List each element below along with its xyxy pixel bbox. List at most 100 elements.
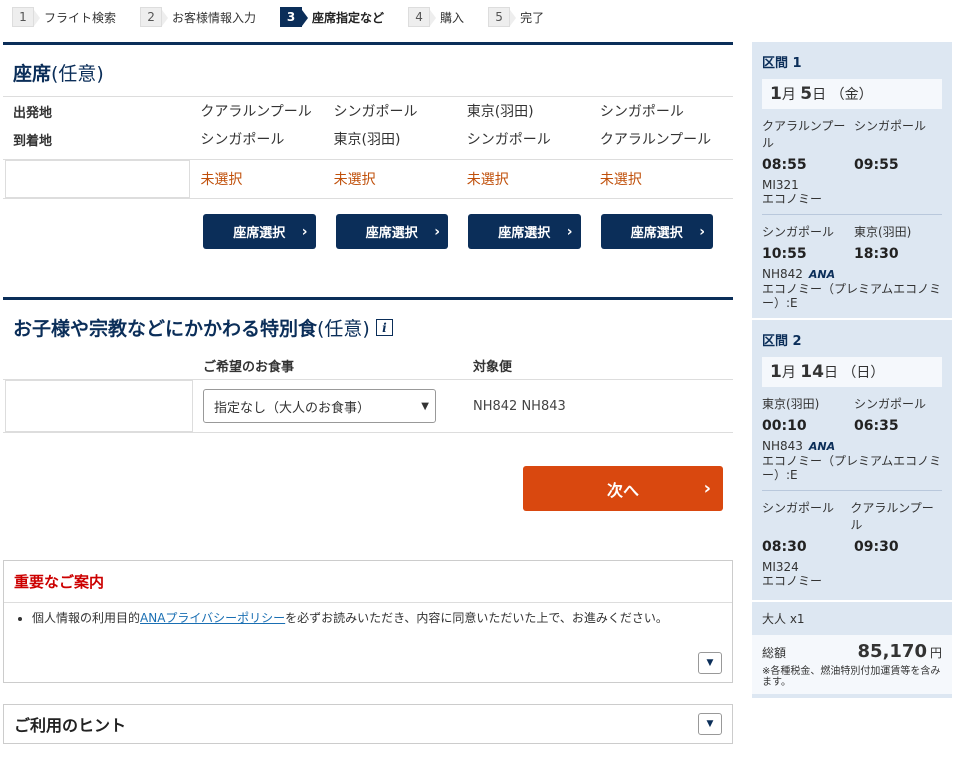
seat-title: 座席 bbox=[13, 63, 52, 85]
notice-item: 個人情報の利用目的ANAプライバシーポリシーを必ずお読みいただき、内容に同意いた… bbox=[32, 611, 722, 626]
flight-code: MI321 bbox=[762, 178, 799, 192]
tax-note: ※各種税金、燃油特別付加運賃等を含みます。 bbox=[762, 666, 941, 688]
ana-logo-icon: ANA bbox=[808, 440, 836, 453]
flight-to: シンガポール bbox=[854, 397, 927, 411]
cabin-class: エコノミー（プレミアムエコノミー）:E bbox=[762, 282, 942, 310]
seat-select-button[interactable]: 座席選択 › bbox=[335, 214, 448, 249]
cabin-class: エコノミー bbox=[762, 192, 823, 206]
meal-column-header: ご希望のお食事 bbox=[203, 360, 295, 375]
departure-time: 08:55 bbox=[762, 157, 807, 173]
button-label: 座席選択 bbox=[233, 226, 286, 241]
segment-date: 1月 5日 （金） bbox=[762, 79, 942, 109]
segment-title: 区間 1 bbox=[762, 56, 802, 71]
itinerary-sidebar: 区間 1 1月 5日 （金） クアラルンプール シンガポール 08:55 09:55… bbox=[752, 42, 952, 698]
notice-title: 重要なご案内 bbox=[4, 561, 732, 603]
optional-label: (任意) bbox=[51, 63, 104, 85]
chevron-right-icon: › bbox=[699, 223, 705, 240]
departure-label: 出発地 bbox=[13, 105, 53, 121]
meal-title: お子様や宗教などにかかわる特別食 bbox=[13, 318, 318, 340]
step-label: 座席指定など bbox=[312, 10, 385, 25]
notice-text: 個人情報の利用目的 bbox=[32, 611, 141, 625]
step-number: 3 bbox=[280, 7, 309, 27]
notice-text: を必ずお読みいただき、内容に同意いただいた上で、お進みください。 bbox=[285, 611, 668, 625]
date-weekday: （金） bbox=[830, 87, 873, 103]
meal-target-flights: NH842 NH843 bbox=[473, 398, 566, 414]
departure-time: 08:30 bbox=[762, 539, 807, 555]
ana-logo-icon: ANA bbox=[808, 268, 836, 281]
seat-status: 未選択 bbox=[333, 172, 376, 188]
flight-leg: シンガポール クアラルンプール 08:30 09:30 MI324 エコノミー bbox=[762, 491, 942, 588]
hint-panel[interactable]: ご利用のヒント ▼ bbox=[3, 704, 733, 744]
date-day: 14 bbox=[800, 362, 824, 382]
departure-time: 10:55 bbox=[762, 246, 807, 262]
step-label: フライト検索 bbox=[44, 10, 117, 25]
chevron-right-icon: › bbox=[434, 223, 440, 240]
arrival-city: 東京(羽田) bbox=[333, 132, 401, 148]
arrival-time: 09:30 bbox=[854, 539, 899, 555]
step-5: 5 完了 bbox=[488, 7, 544, 27]
departure-city: クアラルンプール bbox=[200, 104, 312, 120]
cabin-class: エコノミー（プレミアムエコノミー）:E bbox=[762, 454, 942, 482]
date-day: 5 bbox=[800, 84, 813, 104]
chevron-right-icon: › bbox=[301, 223, 308, 240]
passenger-count: 大人 x1 bbox=[762, 612, 805, 626]
flight-code: NH842 bbox=[762, 267, 803, 281]
flight-from: シンガポール bbox=[762, 225, 835, 239]
main-content: 座席 (任意) 出発地 クアラルンプール シンガポール 東京(羽田) シンガポール… bbox=[3, 42, 733, 744]
flight-leg: シンガポール 東京(羽田) 10:55 18:30 NH842 ANA エコノミー（プレ… bbox=[762, 215, 942, 310]
seat-button-row: 座席選択 › 座席選択 › 座席選択 › 座席選択 › bbox=[3, 214, 733, 249]
arrival-time: 09:55 bbox=[854, 157, 899, 173]
passenger-seat-row: 未選択 未選択 未選択 未選択 bbox=[3, 159, 733, 199]
total-label: 総額 bbox=[762, 646, 787, 660]
notice-list: 個人情報の利用目的ANAプライバシーポリシーを必ずお読みいただき、内容に同意いた… bbox=[4, 603, 732, 626]
meal-header: ご希望のお食事 対象便 bbox=[3, 351, 733, 379]
seat-select-button[interactable]: 座席選択 › bbox=[468, 214, 581, 249]
seat-select-button[interactable]: 座席選択 › bbox=[600, 214, 713, 249]
segment-title: 区間 2 bbox=[762, 334, 802, 349]
flight-to: クアラルンプール bbox=[850, 501, 934, 532]
flight-leg: クアラルンプール シンガポール 08:55 09:55 MI321 エコノミー bbox=[762, 109, 942, 206]
meal-section-title: お子様や宗教などにかかわる特別食 (任意) i bbox=[3, 297, 733, 351]
button-label: 座席選択 bbox=[498, 226, 551, 241]
flight-from: クアラルンプール bbox=[762, 119, 846, 150]
flight-to: シンガポール bbox=[854, 119, 927, 133]
passenger-name-box bbox=[5, 380, 193, 432]
flight-column-header: 対象便 bbox=[473, 360, 513, 375]
departure-row: 出発地 クアラルンプール シンガポール 東京(羽田) シンガポール bbox=[3, 97, 733, 125]
date-month: 1 bbox=[770, 84, 782, 104]
departure-city: シンガポール bbox=[333, 104, 418, 120]
expand-toggle[interactable]: ▼ bbox=[698, 652, 722, 674]
chevron-down-icon: ▼ bbox=[706, 719, 714, 729]
date-month: 1 bbox=[770, 362, 782, 382]
chevron-right-icon: › bbox=[566, 223, 573, 240]
seat-select-button[interactable]: 座席選択 › bbox=[203, 214, 316, 249]
meal-select[interactable]: 指定なし（大人のお食事） ▼ bbox=[203, 389, 436, 423]
step-number: 5 bbox=[488, 7, 517, 27]
optional-label: (任意) bbox=[317, 318, 370, 340]
important-notice: 重要なご案内 個人情報の利用目的ANAプライバシーポリシーを必ずお読みいただき、… bbox=[3, 560, 733, 683]
passenger-name-box bbox=[5, 160, 191, 198]
step-2: 2 お客様情報入力 bbox=[140, 7, 256, 27]
next-label: 次へ bbox=[606, 480, 639, 500]
flight-to: 東京(羽田) bbox=[854, 225, 912, 239]
progress-steps: 1 フライト検索 2 お客様情報入力 3 座席指定など 4 購入 5 完了 bbox=[12, 6, 568, 28]
button-label: 座席選択 bbox=[365, 226, 418, 241]
flight-code: MI324 bbox=[762, 560, 799, 574]
info-icon[interactable]: i bbox=[375, 319, 393, 336]
next-button[interactable]: 次へ › bbox=[523, 466, 723, 511]
arrival-city: シンガポール bbox=[466, 132, 551, 148]
arrival-row: 到着地 シンガポール 東京(羽田) シンガポール クアラルンプール bbox=[3, 125, 733, 153]
step-label: 完了 bbox=[520, 10, 545, 25]
chevron-right-icon: › bbox=[703, 478, 711, 499]
step-label: お客様情報入力 bbox=[172, 10, 257, 25]
flight-from: シンガポール bbox=[762, 501, 835, 515]
step-number: 4 bbox=[408, 7, 437, 27]
currency: 円 bbox=[929, 646, 942, 660]
step-3-active: 3 座席指定など bbox=[280, 7, 384, 27]
total-box: 総額 85,170 円 ※各種税金、燃油特別付加運賃等を含みます。 bbox=[752, 635, 952, 694]
privacy-policy-link[interactable]: ANAプライバシーポリシー bbox=[140, 611, 285, 625]
arrival-time: 18:30 bbox=[854, 246, 899, 262]
expand-toggle[interactable]: ▼ bbox=[698, 713, 722, 735]
seat-section-title: 座席 (任意) bbox=[3, 42, 733, 96]
seat-status: 未選択 bbox=[599, 172, 642, 188]
